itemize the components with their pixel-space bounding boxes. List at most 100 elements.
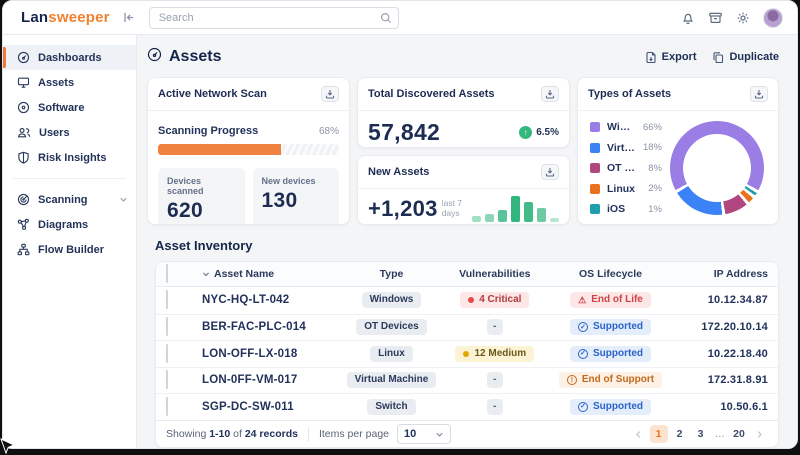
sidebar-item-risk-insights[interactable]: Risk Insights	[3, 145, 136, 170]
assets-icon	[17, 76, 30, 89]
table-row[interactable]: SGP-DC-SW-011Switch-✓Supported10.50.6.1	[156, 393, 778, 420]
lifecycle-badge: ✓Supported	[570, 319, 651, 335]
table-row[interactable]: NYC-HQ-LT-042Windows4 Critical⚠End of Li…	[156, 287, 778, 314]
app-window: Lansweeper DashboardsAssetsSoftwareU	[2, 0, 798, 449]
col-asset-name[interactable]: Asset Name	[214, 268, 274, 280]
sidebar-item-diagrams[interactable]: Diagrams	[3, 212, 136, 237]
col-os-lifecycle[interactable]: OS Lifecycle	[551, 268, 669, 280]
page-button-2[interactable]: 2	[671, 425, 689, 443]
sidebar-item-scanning[interactable]: Scanning	[3, 187, 136, 212]
legend-item[interactable]: Linux2%	[590, 183, 662, 195]
row-checkbox[interactable]	[166, 397, 168, 416]
table-row[interactable]: LON-0FF-VM-017Virtual Machine-!End of Su…	[156, 367, 778, 394]
sparkline-bar	[472, 216, 481, 222]
sidebar-item-users[interactable]: Users	[3, 120, 136, 145]
trend-up-icon: ↑	[519, 126, 532, 139]
user-avatar[interactable]	[763, 8, 783, 28]
vuln-badge-none: -	[487, 399, 502, 415]
col-type[interactable]: Type	[345, 268, 439, 280]
logo-text-sweeper: sweeper	[48, 9, 109, 26]
lifecycle-badge: ✓Supported	[570, 346, 651, 362]
archive-icon[interactable]	[708, 11, 723, 25]
sidebar-item-label: Dashboards	[38, 52, 102, 64]
row-checkbox[interactable]	[166, 344, 168, 363]
bell-icon[interactable]	[681, 11, 695, 25]
legend-label: iOS	[607, 203, 625, 215]
cell-ip-address: 172.20.10.14	[701, 321, 768, 333]
sidebar-item-label: Software	[38, 102, 84, 114]
legend-item[interactable]: Virtual Machines...18%	[590, 142, 662, 154]
sparkline-bar	[550, 218, 559, 221]
card-download-icon[interactable]	[750, 86, 768, 102]
stat-label: New devices	[262, 176, 331, 186]
scan-progress-bar	[158, 144, 339, 155]
legend-item[interactable]: OT Devices8%	[590, 162, 662, 174]
legend-swatch	[590, 184, 600, 194]
vuln-badge-none: -	[487, 319, 502, 335]
software-icon	[17, 101, 30, 114]
card-download-icon[interactable]	[321, 86, 339, 102]
sort-chevron-icon[interactable]	[202, 270, 210, 278]
scan-stat-box: Devices scanned620	[158, 168, 245, 225]
table-body: NYC-HQ-LT-042Windows4 Critical⚠End of Li…	[156, 287, 778, 420]
main-content: Assets Export Duplicate	[137, 35, 797, 448]
page-button-3[interactable]: 3	[692, 425, 710, 443]
legend-item[interactable]: iOS 1%	[590, 203, 662, 215]
select-all-checkbox[interactable]	[166, 264, 168, 283]
sidebar-divider	[13, 178, 126, 179]
showing-records-text: Showing 1-10 of 24 records	[166, 428, 298, 440]
stat-label: Devices scanned	[167, 176, 236, 196]
sidebar-nav: Dashboards Assets Software Users Risk Insigh…	[3, 35, 137, 448]
cell-ip-address: 10.22.18.40	[708, 348, 768, 360]
legend-percentage: 1%	[648, 204, 662, 215]
delta-value: 6.5%	[536, 127, 559, 138]
legend-swatch	[590, 163, 600, 173]
sidebar-item-dashboards[interactable]: Dashboards	[3, 45, 136, 70]
cell-ip-address: 172.31.8.91	[708, 374, 768, 386]
chevron-down-icon	[435, 430, 444, 439]
sparkline-bar	[498, 210, 507, 222]
col-ip-address[interactable]: IP Address	[714, 268, 768, 280]
table-row[interactable]: LON-OFF-LX-018Linux12 Medium✓Supported10…	[156, 340, 778, 367]
duplicate-button[interactable]: Duplicate	[712, 51, 779, 64]
lifecycle-badge: ⚠End of Life	[570, 292, 651, 308]
check-circle-icon: ✓	[578, 322, 588, 332]
topbar-actions	[681, 8, 783, 28]
card-title: Total Discovered Assets	[368, 88, 495, 100]
collapse-sidebar-icon[interactable]	[122, 11, 135, 24]
type-badge: Virtual Machine	[347, 372, 437, 388]
cell-ip-address: 10.12.34.87	[708, 294, 768, 306]
gear-icon[interactable]	[736, 11, 750, 25]
sidebar-item-software[interactable]: Software	[3, 95, 136, 120]
page-button-1[interactable]: 1	[650, 425, 668, 443]
export-label: Export	[662, 51, 697, 63]
search-input[interactable]	[149, 7, 399, 29]
card-title: Active Network Scan	[158, 88, 267, 100]
table-row[interactable]: BER-FAC-PLC-014OT Devices-✓Supported172.…	[156, 314, 778, 341]
sidebar-item-assets[interactable]: Assets	[3, 70, 136, 95]
severity-dot-icon	[468, 297, 474, 303]
page-button-20[interactable]: 20	[730, 425, 748, 443]
export-button[interactable]: Export	[645, 51, 697, 64]
prev-page-icon[interactable]	[630, 430, 647, 439]
pagination-ellipsis: …	[713, 428, 728, 440]
card-download-icon[interactable]	[541, 164, 559, 180]
sidebar-item-flow-builder[interactable]: Flow Builder	[3, 237, 136, 262]
row-checkbox[interactable]	[166, 317, 168, 336]
sidebar-item-label: Diagrams	[38, 219, 88, 231]
legend-percentage: 66%	[643, 122, 662, 133]
pagination: 123…20	[630, 425, 769, 443]
cell-asset-name: NYC-HQ-LT-042	[202, 294, 345, 306]
dashboard-cards: Active Network Scan Scanning Progress 68…	[147, 77, 779, 225]
legend-label: Virtual Machines...	[607, 142, 636, 154]
cell-asset-name: SGP-DC-SW-011	[202, 401, 345, 413]
sidebar-item-label: Risk Insights	[38, 152, 106, 164]
row-checkbox[interactable]	[166, 370, 168, 389]
items-per-page-select[interactable]: 10	[397, 424, 451, 444]
next-page-icon[interactable]	[751, 430, 768, 439]
row-checkbox[interactable]	[166, 290, 168, 309]
col-vulnerabilities[interactable]: Vulnerabilities	[438, 268, 551, 280]
legend-item[interactable]: Windows66%	[590, 121, 662, 133]
card-download-icon[interactable]	[541, 86, 559, 102]
warning-triangle-icon: ⚠	[578, 296, 586, 305]
